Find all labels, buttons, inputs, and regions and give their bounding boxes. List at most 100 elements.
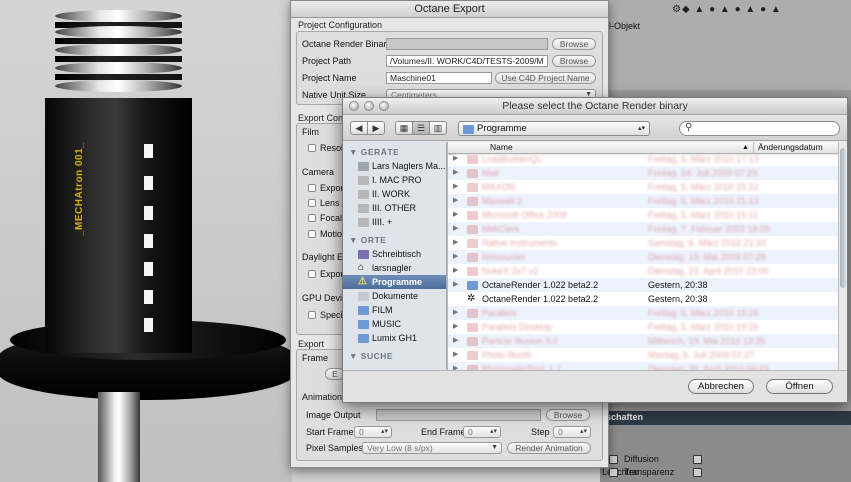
sidebar-item-place[interactable]: Schreibtisch xyxy=(343,247,446,261)
c4d-checkbox[interactable] xyxy=(693,468,702,477)
dialog-sidebar: ▼ GERÄTE Lars Naglers Ma... I. MAC PRO I… xyxy=(343,142,447,370)
file-row[interactable]: ▶ Noiseunter Dienstag, 19. Mai 2009 07:28 xyxy=(448,250,838,264)
pixel-samples-select[interactable]: Very Low (8 s/px) ▼ xyxy=(362,442,502,454)
export-config-group: Film Resol Camera Export Lens A Focal D … xyxy=(296,123,352,335)
camera-title: Camera xyxy=(302,167,335,177)
disclosure-triangle-icon[interactable]: ▶ xyxy=(453,236,458,250)
project-name-field[interactable]: Maschine01 xyxy=(386,72,492,84)
search-icon: ⚲ xyxy=(685,122,693,133)
lens-aperture-checkbox[interactable] xyxy=(308,199,316,207)
file-row[interactable]: ▶ MidiClerk Freitag, 7. Februar 2003 18:09 xyxy=(448,222,838,236)
disclosure-triangle-icon[interactable]: ▶ xyxy=(453,320,458,334)
minimize-window-button[interactable] xyxy=(364,101,374,111)
sidebar-item-label: FILM xyxy=(372,305,393,315)
file-row[interactable]: ▶ NukeX 2x7 v2 Dienstag, 23. April 2010 23… xyxy=(448,264,838,278)
end-frame-stepper[interactable]: 0 ▴▾ xyxy=(463,426,501,438)
zoom-window-button[interactable] xyxy=(379,101,389,111)
disclosure-triangle-icon[interactable]: ▶ xyxy=(453,362,458,370)
render-animation-button[interactable]: Render Animation xyxy=(507,442,591,454)
disclosure-triangle-icon[interactable]: ▶ xyxy=(453,306,458,320)
start-frame-stepper[interactable]: 0 ▴▾ xyxy=(354,426,392,438)
machine-window xyxy=(144,206,153,220)
disclosure-triangle-icon[interactable]: ▶ xyxy=(453,155,458,166)
path-popup[interactable]: Programme ▴▾ xyxy=(458,121,650,136)
sidebar-item-place[interactable]: FILM xyxy=(343,303,446,317)
file-row[interactable]: ▶ Parallels Desktop Freitag, 5. März 2010 … xyxy=(448,320,838,334)
step-stepper[interactable]: 0 ▴▾ xyxy=(553,426,591,438)
file-date: Gestern, 20:38 xyxy=(648,294,708,304)
forward-button[interactable]: ▶ xyxy=(367,121,385,135)
disclosure-triangle-icon[interactable]: ▶ xyxy=(453,264,458,278)
column-view-button[interactable]: ▥ xyxy=(429,121,447,135)
machine-window xyxy=(144,144,153,158)
sidebar-item-device[interactable]: III. OTHER xyxy=(343,201,446,215)
back-button[interactable]: ◀ xyxy=(350,121,368,135)
project-config-group: Octane Render Binary Browse Project Path… xyxy=(296,31,603,105)
disclosure-triangle-icon[interactable]: ▶ xyxy=(453,208,458,222)
sidebar-item-device[interactable]: IIII. + xyxy=(343,215,446,229)
project-path-browse-button[interactable]: Browse xyxy=(552,55,596,67)
sidebar-item-place[interactable]: MUSIC xyxy=(343,317,446,331)
scrollbar-thumb[interactable] xyxy=(840,148,846,288)
file-row[interactable]: ▶ PhotomaticPro1.1.7 Dienstag, 20. April 2… xyxy=(448,362,838,370)
disclosure-triangle-icon[interactable]: ▶ xyxy=(453,180,458,194)
file-row[interactable]: ▶ Parallels Freitag, 5. März 2010 19:26 xyxy=(448,306,838,320)
resolution-checkbox[interactable] xyxy=(308,144,316,152)
sidebar-item-device[interactable]: II. WORK xyxy=(343,187,446,201)
file-date: Freitag, 24. Juli 2009 07:29 xyxy=(648,168,758,178)
file-row[interactable]: ▶ Native Instruments Samstag, 6. März 2010… xyxy=(448,236,838,250)
column-header-name[interactable]: Name xyxy=(490,142,513,153)
render-binary-browse-button[interactable]: Browse xyxy=(552,38,596,50)
render-binary-field[interactable] xyxy=(386,38,548,50)
use-c4d-project-name-button[interactable]: Use C4D Project Name xyxy=(495,72,596,84)
close-window-button[interactable] xyxy=(349,101,359,111)
folder-icon xyxy=(358,320,369,329)
sidebar-header-search: ▼ SUCHE xyxy=(349,351,393,361)
focal-depth-checkbox[interactable] xyxy=(308,214,316,222)
disclosure-triangle-icon[interactable]: ▶ xyxy=(453,278,458,292)
gpu-specify-checkbox[interactable] xyxy=(308,311,316,319)
file-row[interactable]: ▶ MAXON Freitag, 5. März 2010 15:22 xyxy=(448,180,838,194)
project-path-field[interactable]: /Volumes/II. WORK/C4D/TESTS-2009/M xyxy=(386,55,548,67)
sidebar-item-place[interactable]: Lumix GH1 xyxy=(343,331,446,345)
list-view-button[interactable]: ☰ xyxy=(412,121,430,135)
sidebar-item-device[interactable]: Lars Naglers Ma... xyxy=(343,159,446,173)
dialog-toolbar: ◀ ▶ ▦ ☰ ▥ Programme ▴▾ ⚲ xyxy=(343,116,847,141)
file-row[interactable]: ▶ LoadBuilderQL Freitag, 5. März 2010 17:1… xyxy=(448,155,838,166)
disclosure-triangle-icon[interactable]: ▶ xyxy=(453,334,458,348)
file-row[interactable]: ▶ Mail Freitag, 24. Juli 2009 07:29 xyxy=(448,166,838,180)
camera-export-checkbox[interactable] xyxy=(308,184,316,192)
disclosure-triangle-icon[interactable]: ▶ xyxy=(453,348,458,362)
search-input[interactable]: ⚲ xyxy=(679,121,840,136)
list-scrollbar[interactable] xyxy=(838,142,847,370)
daylight-export-checkbox[interactable] xyxy=(308,270,316,278)
c4d-checkbox[interactable] xyxy=(693,455,702,464)
image-output-browse-button[interactable]: Browse xyxy=(546,409,590,421)
c4d-checkbox[interactable] xyxy=(609,455,618,464)
file-name: PhotomaticPro1.1.7 xyxy=(482,364,562,370)
file-row[interactable]: ▶ Maxwell 2 Freitag, 5. März 2010 21:13 xyxy=(448,194,838,208)
disclosure-triangle-icon[interactable]: ▶ xyxy=(453,250,458,264)
disclosure-triangle-icon[interactable]: ▶ xyxy=(453,194,458,208)
icon-view-button[interactable]: ▦ xyxy=(395,121,413,135)
c4d-tag-icons[interactable]: ⚙◆ ▲ ● ▲ ● ▲ ● ▲ xyxy=(672,4,782,15)
file-row[interactable]: ▶ Microsoft Office 2008 Freitag, 5. März 2… xyxy=(448,208,838,222)
sidebar-item-place[interactable]: Dokumente xyxy=(343,289,446,303)
sidebar-item-label: Dokumente xyxy=(372,291,419,301)
file-row[interactable]: ✲ OctaneRender 1.022 beta2.2 Gestern, 20:3… xyxy=(448,292,838,306)
c4d-checkbox[interactable] xyxy=(609,468,618,477)
folder-icon xyxy=(467,239,478,248)
disclosure-triangle-icon[interactable]: ▶ xyxy=(453,166,458,180)
file-row[interactable]: ▶ OctaneRender 1.022 beta2.2 Gestern, 20:3… xyxy=(448,278,838,292)
cancel-button[interactable]: Abbrechen xyxy=(688,379,754,394)
sidebar-item-device[interactable]: I. MAC PRO xyxy=(343,173,446,187)
image-output-field[interactable] xyxy=(376,409,541,421)
sidebar-item-place[interactable]: ⌂ larsnagler xyxy=(343,261,446,275)
open-button[interactable]: Öffnen xyxy=(766,379,833,394)
disclosure-triangle-icon[interactable]: ▶ xyxy=(453,222,458,236)
file-row[interactable]: ▶ Photo Booth Montag, 6. Juli 2009 07:27 xyxy=(448,348,838,362)
sidebar-item-place[interactable]: ⚠ Programme xyxy=(343,275,446,289)
file-row[interactable]: ▶ Particle Illusion 3.0 Mittwoch, 19. Mai … xyxy=(448,334,838,348)
column-header-date[interactable]: Änderungsdatum xyxy=(758,142,823,153)
motion-checkbox[interactable] xyxy=(308,230,316,238)
